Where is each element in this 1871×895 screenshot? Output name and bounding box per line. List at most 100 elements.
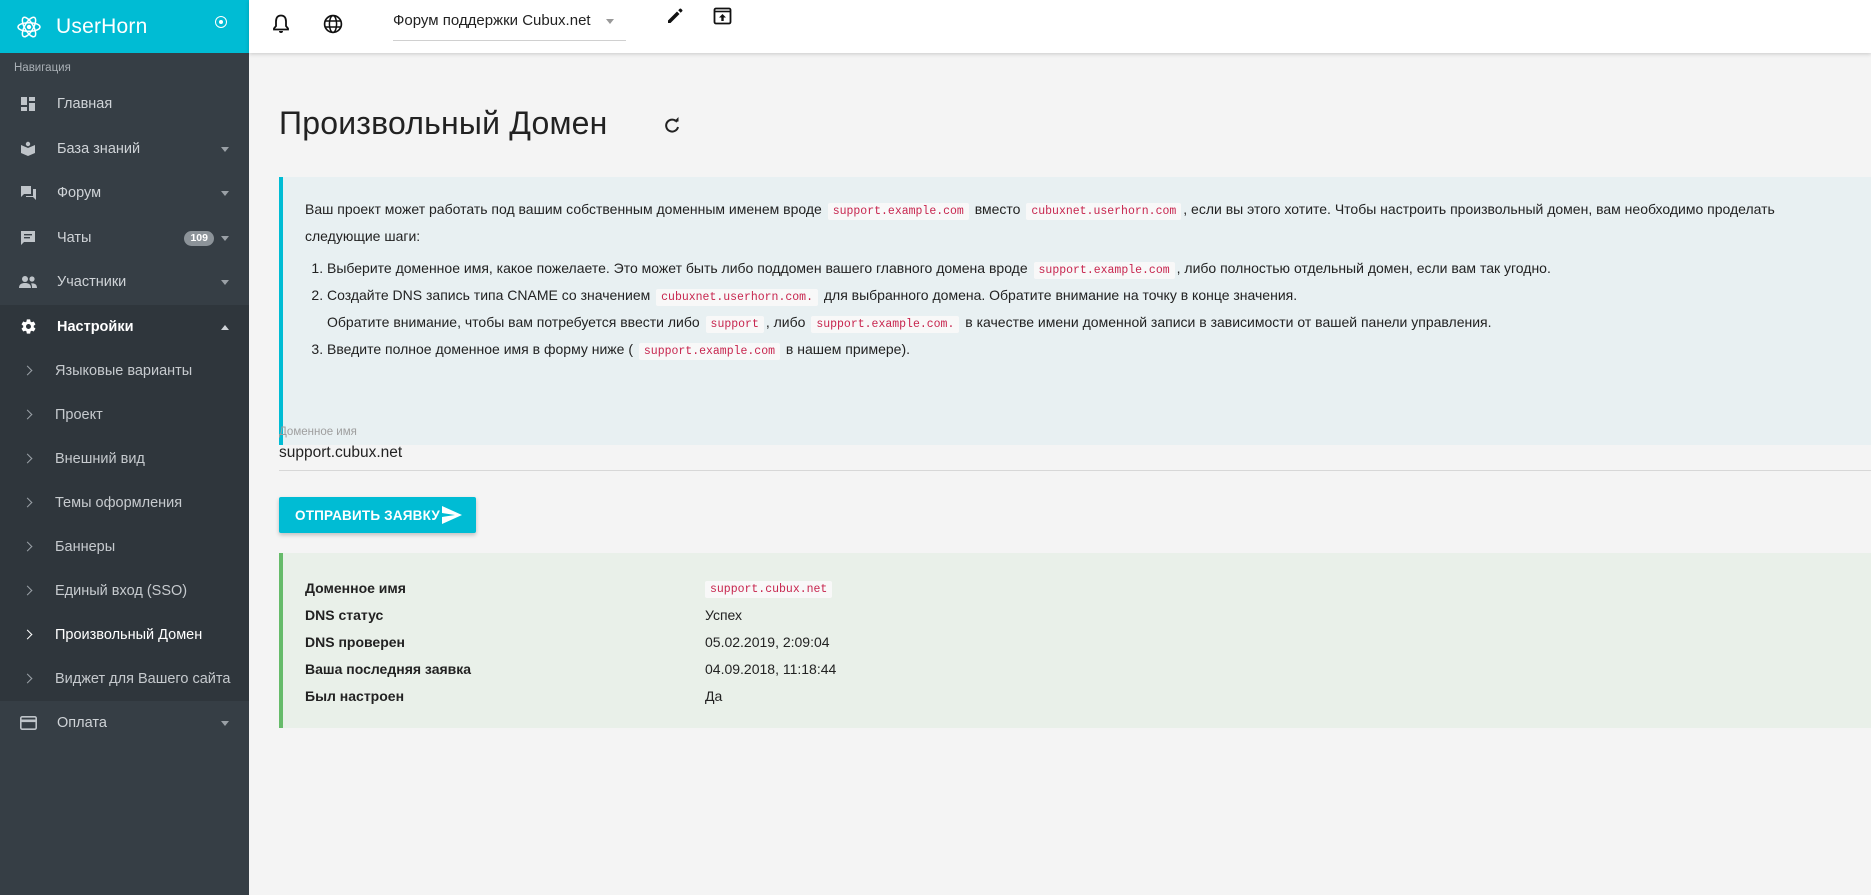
send-icon: [442, 506, 462, 524]
sidebar-item-home[interactable]: Главная: [0, 82, 249, 127]
subitem-label: Языковые варианты: [55, 363, 193, 379]
chevron-right-icon: [22, 497, 33, 508]
nav-caption: Навигация: [14, 62, 71, 74]
status-key: DNS проверен: [305, 633, 406, 650]
subitem-label: Проект: [55, 407, 103, 423]
radio-dot-icon[interactable]: [215, 16, 227, 28]
status-row: Был настроен Да: [305, 682, 1871, 709]
chevron-right-icon: [22, 629, 33, 640]
step-text: для выбранного домена. Обратите внимание…: [823, 287, 1298, 303]
sidebar-item-settings[interactable]: Настройки: [0, 304, 249, 349]
status-key: Ваша последняя заявка: [305, 660, 472, 677]
globe-icon[interactable]: [321, 12, 345, 36]
domain-status-box: Доменное имя support.cubux.net DNS стату…: [279, 553, 1871, 728]
step-text: Создайте DNS запись типа CNAME со значен…: [327, 287, 651, 303]
page-title: Произвольный Домен: [279, 105, 608, 141]
steps-list: Выберите доменное имя, какое пожелаете. …: [327, 256, 1871, 364]
project-select[interactable]: Форум поддержки Cubux.net: [393, 8, 626, 41]
status-key: Был настроен: [305, 687, 405, 704]
open-in-new-icon[interactable]: [710, 4, 734, 28]
step-text: , либо: [765, 314, 806, 330]
chevron-down-icon: [221, 191, 229, 196]
status-value: Да: [705, 687, 723, 704]
project-select-value: Форум поддержки Cubux.net: [393, 12, 591, 29]
code-snippet: support.cubux.net: [705, 581, 833, 598]
info-text: Ваш проект может работать под вашим собс…: [305, 201, 822, 217]
submit-button-label: ОТПРАВИТЬ ЗАЯВКУ: [295, 507, 441, 523]
chevron-right-icon: [22, 409, 33, 420]
step-note: Обратите внимание, чтобы вам потребуется…: [327, 310, 1871, 337]
sidebar-item-chats[interactable]: Чаты 109: [0, 216, 249, 261]
credit-card-icon: [19, 714, 37, 732]
chevron-up-icon: [221, 324, 229, 330]
status-row: DNS проверен 05.02.2019, 2:09:04: [305, 628, 1871, 655]
chevron-down-icon: [221, 146, 229, 152]
status-value: Успех: [705, 606, 743, 623]
sidebar-item-forum[interactable]: Форум: [0, 171, 249, 216]
sidebar-item-label: Участники: [57, 274, 127, 291]
sidebar-subitem-custom-domain[interactable]: Произвольный Домен: [0, 613, 249, 657]
dashboard-icon: [19, 95, 37, 113]
code-snippet: support.example.com: [638, 343, 781, 360]
step-text: в качестве имени доменной записи в завис…: [965, 314, 1492, 330]
sidebar-subitem-banners[interactable]: Баннеры: [0, 525, 249, 569]
people-icon: [19, 273, 37, 291]
sidebar-item-label: База знаний: [57, 140, 141, 157]
chevron-right-icon: [22, 585, 33, 596]
code-snippet: cubuxnet.userhorn.com: [1026, 203, 1182, 220]
refresh-icon[interactable]: [662, 116, 682, 136]
step-text: Введите полное доменное имя в форму ниже…: [327, 341, 633, 357]
subitem-label: Внешний вид: [55, 451, 145, 467]
submit-request-button[interactable]: ОТПРАВИТЬ ЗАЯВКУ: [279, 497, 476, 533]
sidebar-subitem-themes[interactable]: Темы оформления: [0, 481, 249, 525]
status-row: DNS статус Успех: [305, 601, 1871, 628]
subitem-label: Баннеры: [55, 539, 116, 555]
code-snippet: support.example.com.: [811, 316, 960, 333]
settings-submenu: Языковые варианты Проект Внешний вид Тем…: [0, 349, 249, 701]
step-item: Выберите доменное имя, какое пожелаете. …: [327, 256, 1871, 283]
chevron-down-icon: [221, 235, 229, 241]
status-key: DNS статус: [305, 606, 384, 623]
code-snippet: support: [705, 316, 764, 333]
domain-field-label: Доменное имя: [279, 426, 357, 438]
atom-logo-icon: [17, 15, 41, 38]
subitem-label: Произвольный Домен: [55, 627, 203, 643]
forum-icon: [19, 184, 37, 202]
sidebar-item-knowledge-base[interactable]: База знаний: [0, 127, 249, 172]
domain-field: Доменное имя support.cubux.net: [279, 426, 1871, 471]
chevron-right-icon: [22, 541, 33, 552]
chevron-right-icon: [22, 673, 33, 684]
step-item: Создайте DNS запись типа CNAME со значен…: [327, 283, 1871, 337]
chat-icon: [19, 229, 37, 247]
chats-count-badge: 109: [184, 230, 214, 246]
sidebar-subitem-project[interactable]: Проект: [0, 393, 249, 437]
gear-icon: [19, 318, 37, 336]
step-text: Обратите внимание, чтобы вам потребуется…: [327, 314, 700, 330]
step-text: Выберите доменное имя, какое пожелаете. …: [327, 260, 1028, 276]
status-value: support.cubux.net: [705, 579, 834, 598]
subitem-label: Единый вход (SSO): [55, 583, 188, 599]
sidebar-subitem-sso[interactable]: Единый вход (SSO): [0, 569, 249, 613]
sidebar-subitem-widget[interactable]: Виджет для Вашего сайта: [0, 657, 249, 701]
sidebar-item-label: Оплата: [57, 715, 107, 732]
chevron-right-icon: [22, 453, 33, 464]
info-intro: Ваш проект может работать под вашим собс…: [305, 197, 1871, 248]
status-row: Доменное имя support.cubux.net: [305, 574, 1871, 601]
step-item: Введите полное доменное имя в форму ниже…: [327, 337, 1871, 364]
info-text: вместо: [974, 201, 1021, 217]
chevron-right-icon: [22, 365, 33, 376]
sidebar-subitem-appearance[interactable]: Внешний вид: [0, 437, 249, 481]
chevron-down-icon: [221, 721, 229, 726]
book-icon: [19, 140, 37, 158]
chevron-down-icon: [221, 280, 229, 285]
sidebar-subitem-languages[interactable]: Языковые варианты: [0, 349, 249, 393]
pencil-icon[interactable]: [663, 4, 687, 28]
sidebar-item-billing[interactable]: Оплата: [0, 701, 249, 746]
status-value: 04.09.2018, 11:18:44: [705, 660, 837, 677]
brand-bar[interactable]: UserHorn: [0, 0, 249, 53]
sidebar-item-members[interactable]: Участники: [0, 260, 249, 305]
domain-input[interactable]: support.cubux.net: [279, 444, 1871, 471]
step-text: в нашем примере).: [785, 341, 911, 357]
bell-icon[interactable]: [269, 12, 293, 36]
top-bar: Форум поддержки Cubux.net: [249, 0, 1871, 53]
